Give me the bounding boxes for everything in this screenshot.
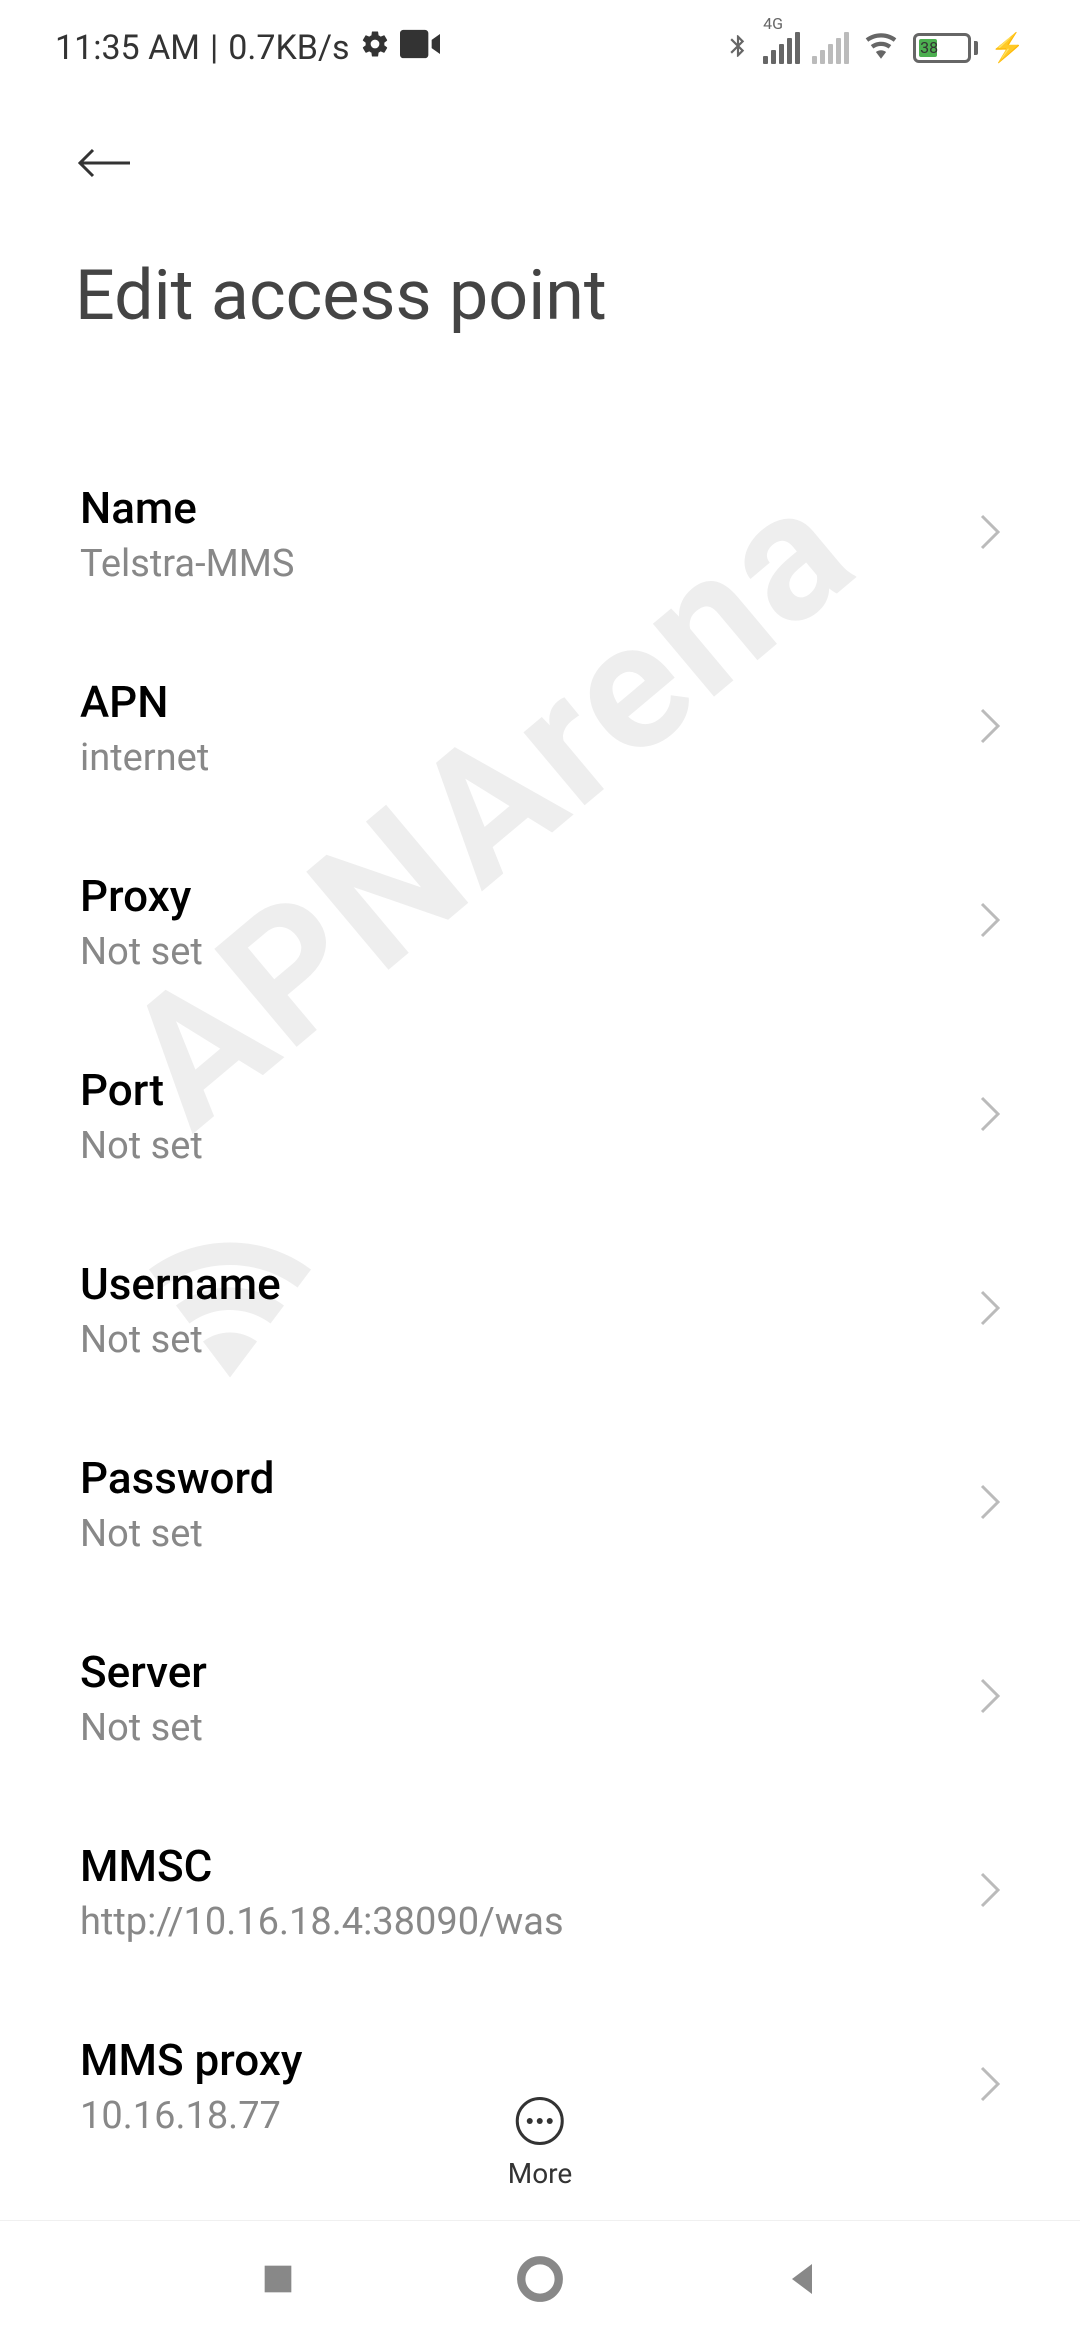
charging-icon: ⚡ [990, 31, 1025, 64]
signal-4g-group: 4G [763, 32, 800, 64]
setting-label: Server [80, 1646, 980, 1698]
signal-bars-1 [763, 32, 800, 64]
setting-value: Not set [80, 1706, 980, 1750]
bluetooth-icon [725, 28, 751, 68]
chevron-right-icon [980, 514, 1000, 554]
status-time: 11:35 AM [55, 28, 200, 68]
nav-back-button[interactable] [782, 2259, 822, 2303]
battery-indicator: 38 [913, 33, 978, 63]
setting-label: APN [80, 676, 980, 728]
back-button[interactable] [75, 145, 1005, 185]
setting-label: Port [80, 1064, 980, 1116]
setting-row-username[interactable]: Username Not set [80, 1213, 1000, 1407]
status-left: 11:35 AM | 0.7KB/s [55, 28, 440, 68]
status-right: 4G 38 [725, 28, 1025, 68]
nav-recent-button[interactable] [258, 2259, 298, 2303]
setting-value: Telstra-MMS [80, 542, 980, 586]
setting-row-proxy[interactable]: Proxy Not set [80, 825, 1000, 1019]
chevron-right-icon [980, 2066, 1000, 2106]
setting-row-server[interactable]: Server Not set [80, 1601, 1000, 1795]
chevron-right-icon [980, 708, 1000, 748]
nav-home-button[interactable] [515, 2254, 565, 2308]
setting-label: MMSC [80, 1840, 980, 1892]
setting-label: MMS proxy [80, 2034, 980, 2086]
setting-value: Not set [80, 1512, 980, 1556]
settings-list: Name Telstra-MMS APN internet Proxy Not … [0, 377, 1080, 2217]
setting-row-name[interactable]: Name Telstra-MMS [80, 437, 1000, 631]
chevron-right-icon [980, 1872, 1000, 1912]
setting-label: Proxy [80, 870, 980, 922]
setting-label: Password [80, 1452, 980, 1504]
setting-value: Not set [80, 1318, 980, 1362]
battery-percent: 38 [920, 38, 938, 57]
setting-value: internet [80, 736, 980, 780]
chevron-right-icon [980, 1484, 1000, 1524]
chevron-right-icon [980, 1290, 1000, 1330]
gear-icon [360, 28, 390, 68]
video-icon [400, 28, 440, 68]
header: Edit access point [0, 95, 1080, 377]
setting-value: http://10.16.18.4:38090/was [80, 1900, 980, 1944]
setting-row-mmsc[interactable]: MMSC http://10.16.18.4:38090/was [80, 1795, 1000, 1989]
status-bar: 11:35 AM | 0.7KB/s 4G [0, 0, 1080, 95]
signal-group-2 [812, 32, 849, 64]
chevron-right-icon [980, 1096, 1000, 1136]
wifi-icon [861, 29, 901, 67]
setting-label: Name [80, 482, 980, 534]
setting-value: Not set [80, 930, 980, 974]
setting-value: 10.16.18.77 [80, 2094, 980, 2138]
setting-row-password[interactable]: Password Not set [80, 1407, 1000, 1601]
setting-label: Username [80, 1258, 980, 1310]
page-title: Edit access point [75, 255, 1005, 337]
signal-bars-2 [812, 32, 849, 64]
setting-row-apn[interactable]: APN internet [80, 631, 1000, 825]
setting-row-port[interactable]: Port Not set [80, 1019, 1000, 1213]
status-speed: 0.7KB/s [228, 28, 349, 68]
chevron-right-icon [980, 1678, 1000, 1718]
status-separator: | [210, 28, 218, 68]
signal-4g-label: 4G [763, 14, 783, 33]
chevron-right-icon [980, 902, 1000, 942]
setting-value: Not set [80, 1124, 980, 1168]
nav-bar [0, 2220, 1080, 2340]
setting-row-mms-proxy[interactable]: MMS proxy 10.16.18.77 [80, 1989, 1000, 2183]
